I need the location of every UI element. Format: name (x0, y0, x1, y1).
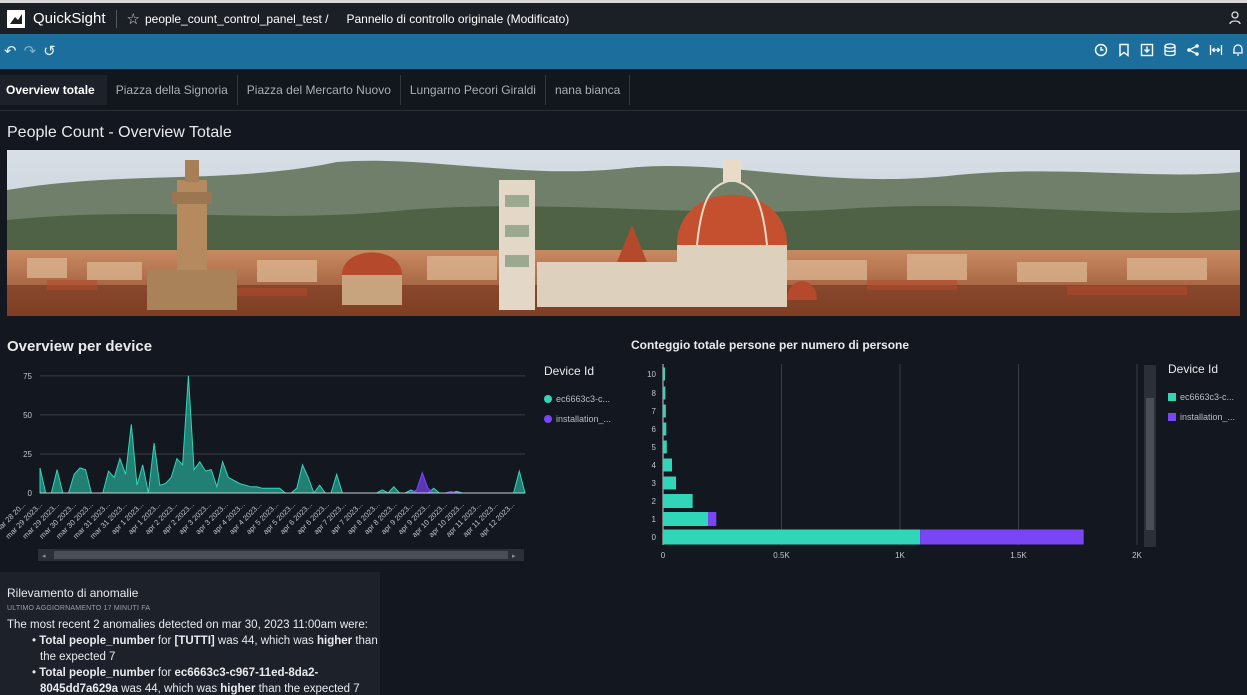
app-name[interactable]: QuickSight (33, 10, 106, 27)
scroll-right-icon: ▸ (512, 553, 516, 560)
bar-series-1 (663, 494, 693, 508)
bar-series-1 (663, 386, 666, 400)
legend-dot (544, 415, 552, 423)
line-legend-item[interactable]: ec6663c3-c... (544, 394, 610, 404)
y-tick-label: 8 (652, 389, 657, 398)
bar-series-2 (708, 512, 717, 526)
area-series-1 (39, 375, 526, 495)
bar-chart-title: Conteggio totale persone per numero di p… (631, 338, 910, 352)
florence-banner-image (7, 150, 1240, 316)
x-tick-label: 1.5K (1010, 551, 1027, 560)
y-tick-label: 7 (652, 407, 657, 416)
legend-label: installation_... (1180, 412, 1236, 422)
anomaly-text: than the expected 7 (255, 683, 360, 695)
star-icon[interactable]: ☆ (127, 10, 140, 28)
reset-icon[interactable]: ↺ (43, 42, 56, 60)
x-tick-label: 2K (1132, 551, 1142, 560)
anomaly-detection-panel: Rilevamento di anomalie ULTIMO AGGIORNAM… (0, 572, 380, 695)
fit-width-icon[interactable] (1209, 43, 1223, 57)
anomaly-text: for (154, 635, 175, 647)
quicksight-logo-icon[interactable] (7, 9, 25, 28)
anomaly-text: for (154, 667, 175, 679)
clock-icon[interactable] (1094, 43, 1108, 57)
dataset-icon[interactable] (1163, 43, 1177, 57)
tab-nana-bianca[interactable]: nana bianca (546, 75, 631, 105)
bar-legend-item[interactable]: installation_... (1168, 412, 1235, 422)
divider (115, 9, 117, 28)
line-chart-title: Overview per device (7, 338, 153, 355)
page-title: People Count - Overview Totale (7, 124, 232, 141)
bar-series-1 (663, 422, 667, 436)
y-tick-label: 2 (652, 497, 657, 506)
top-bar: QuickSight ☆ people_count_control_panel_… (0, 0, 1247, 34)
bar-series-1 (663, 512, 709, 526)
bar-series-1 (663, 404, 666, 418)
overview-per-device-chart[interactable]: 0255075mar 28 20...mar 29 2023...mar 29 … (0, 362, 540, 570)
breadcrumb-analysis[interactable]: people_count_control_panel_test / (145, 12, 328, 26)
anomaly-intro: The most recent 2 anomalies detected on … (7, 619, 368, 631)
line-legend-title: Device Id (544, 364, 595, 378)
y-tick-label: 0 (652, 533, 657, 542)
y-tick-label: 50 (23, 411, 32, 420)
scrollbar-thumb (54, 551, 508, 559)
share-icon[interactable] (1186, 43, 1200, 57)
bar-series-1 (663, 440, 667, 454)
toolbar: ↶ ↷ ↺ (0, 34, 1247, 69)
anomaly-subtitle: ULTIMO AGGIORNAMENTO 17 MINUTI FA (7, 605, 151, 612)
anomaly-text: was 44, which was (118, 683, 221, 695)
y-tick-label: 1 (652, 515, 657, 524)
tab-overview-totale[interactable]: Overview totale (0, 75, 107, 105)
bar-series-1 (663, 476, 677, 490)
legend-label: ec6663c3-c... (1180, 392, 1235, 402)
bar-legend-item[interactable]: ec6663c3-c... (1168, 392, 1234, 402)
bookmark-icon[interactable] (1117, 43, 1131, 57)
anomaly-metric: Total people_number (39, 667, 155, 679)
anomaly-text: was 44, which was (214, 635, 317, 647)
legend-dot (544, 395, 552, 403)
download-icon[interactable] (1140, 43, 1154, 57)
y-tick-label: 4 (652, 461, 657, 470)
scrollbar-thumb (1146, 398, 1154, 530)
y-tick-label: 5 (652, 443, 657, 452)
bar-series-2 (920, 529, 1084, 545)
people-count-bar-chart[interactable]: 0 0.5K 1K 1.5K 2K 0 1 2 3 4 5 6 7 8 10 (630, 360, 1160, 570)
bar-legend-title: Device Id (1168, 362, 1219, 376)
sheet-tabs: Overview totale Piazza della Signoria Pi… (0, 69, 1247, 111)
anomaly-item: • Total people_number for ec6663c3-c967-… (32, 667, 360, 695)
line-legend-item[interactable]: installation_... (544, 414, 611, 424)
y-tick-label: 6 (652, 425, 657, 434)
redo-icon[interactable]: ↷ (24, 42, 37, 60)
x-tick-label: 0 (661, 551, 666, 560)
y-tick-label: 0 (28, 489, 33, 498)
bell-icon[interactable] (1232, 43, 1244, 57)
anomaly-item: • Total people_number for [TUTTI] was 44… (32, 635, 378, 663)
y-tick-label: 25 (23, 450, 32, 459)
undo-icon[interactable]: ↶ (4, 42, 17, 60)
legend-label: installation_... (556, 414, 612, 424)
anomaly-direction: higher (317, 635, 353, 647)
y-tick-label: 3 (652, 479, 657, 488)
legend-label: ec6663c3-c... (556, 394, 611, 404)
bar-series-1 (663, 367, 665, 381)
anomaly-metric: Total people_number (39, 635, 155, 647)
x-tick-label: 0.5K (773, 551, 790, 560)
bar-series-1 (663, 458, 673, 472)
tab-piazza-del-mercarto-nuovo[interactable]: Piazza del Mercarto Nuovo (238, 75, 401, 105)
anomaly-direction: higher (220, 683, 256, 695)
anomaly-title: Rilevamento di anomalie (7, 586, 139, 600)
anomaly-entity: [TUTTI] (174, 635, 215, 647)
breadcrumb-sheet[interactable]: Pannello di controllo originale (Modific… (346, 12, 569, 26)
y-tick-label: 75 (23, 372, 32, 381)
legend-swatch (1168, 393, 1176, 401)
user-icon[interactable] (1229, 11, 1241, 25)
scroll-left-icon: ◂ (42, 553, 46, 560)
tab-piazza-della-signoria[interactable]: Piazza della Signoria (107, 75, 238, 105)
x-tick-label: 1K (895, 551, 905, 560)
tab-lungarno-pecori-giraldi[interactable]: Lungarno Pecori Giraldi (401, 75, 546, 105)
y-tick-label: 10 (647, 370, 656, 379)
legend-swatch (1168, 413, 1176, 421)
bar-series-1 (663, 529, 921, 545)
